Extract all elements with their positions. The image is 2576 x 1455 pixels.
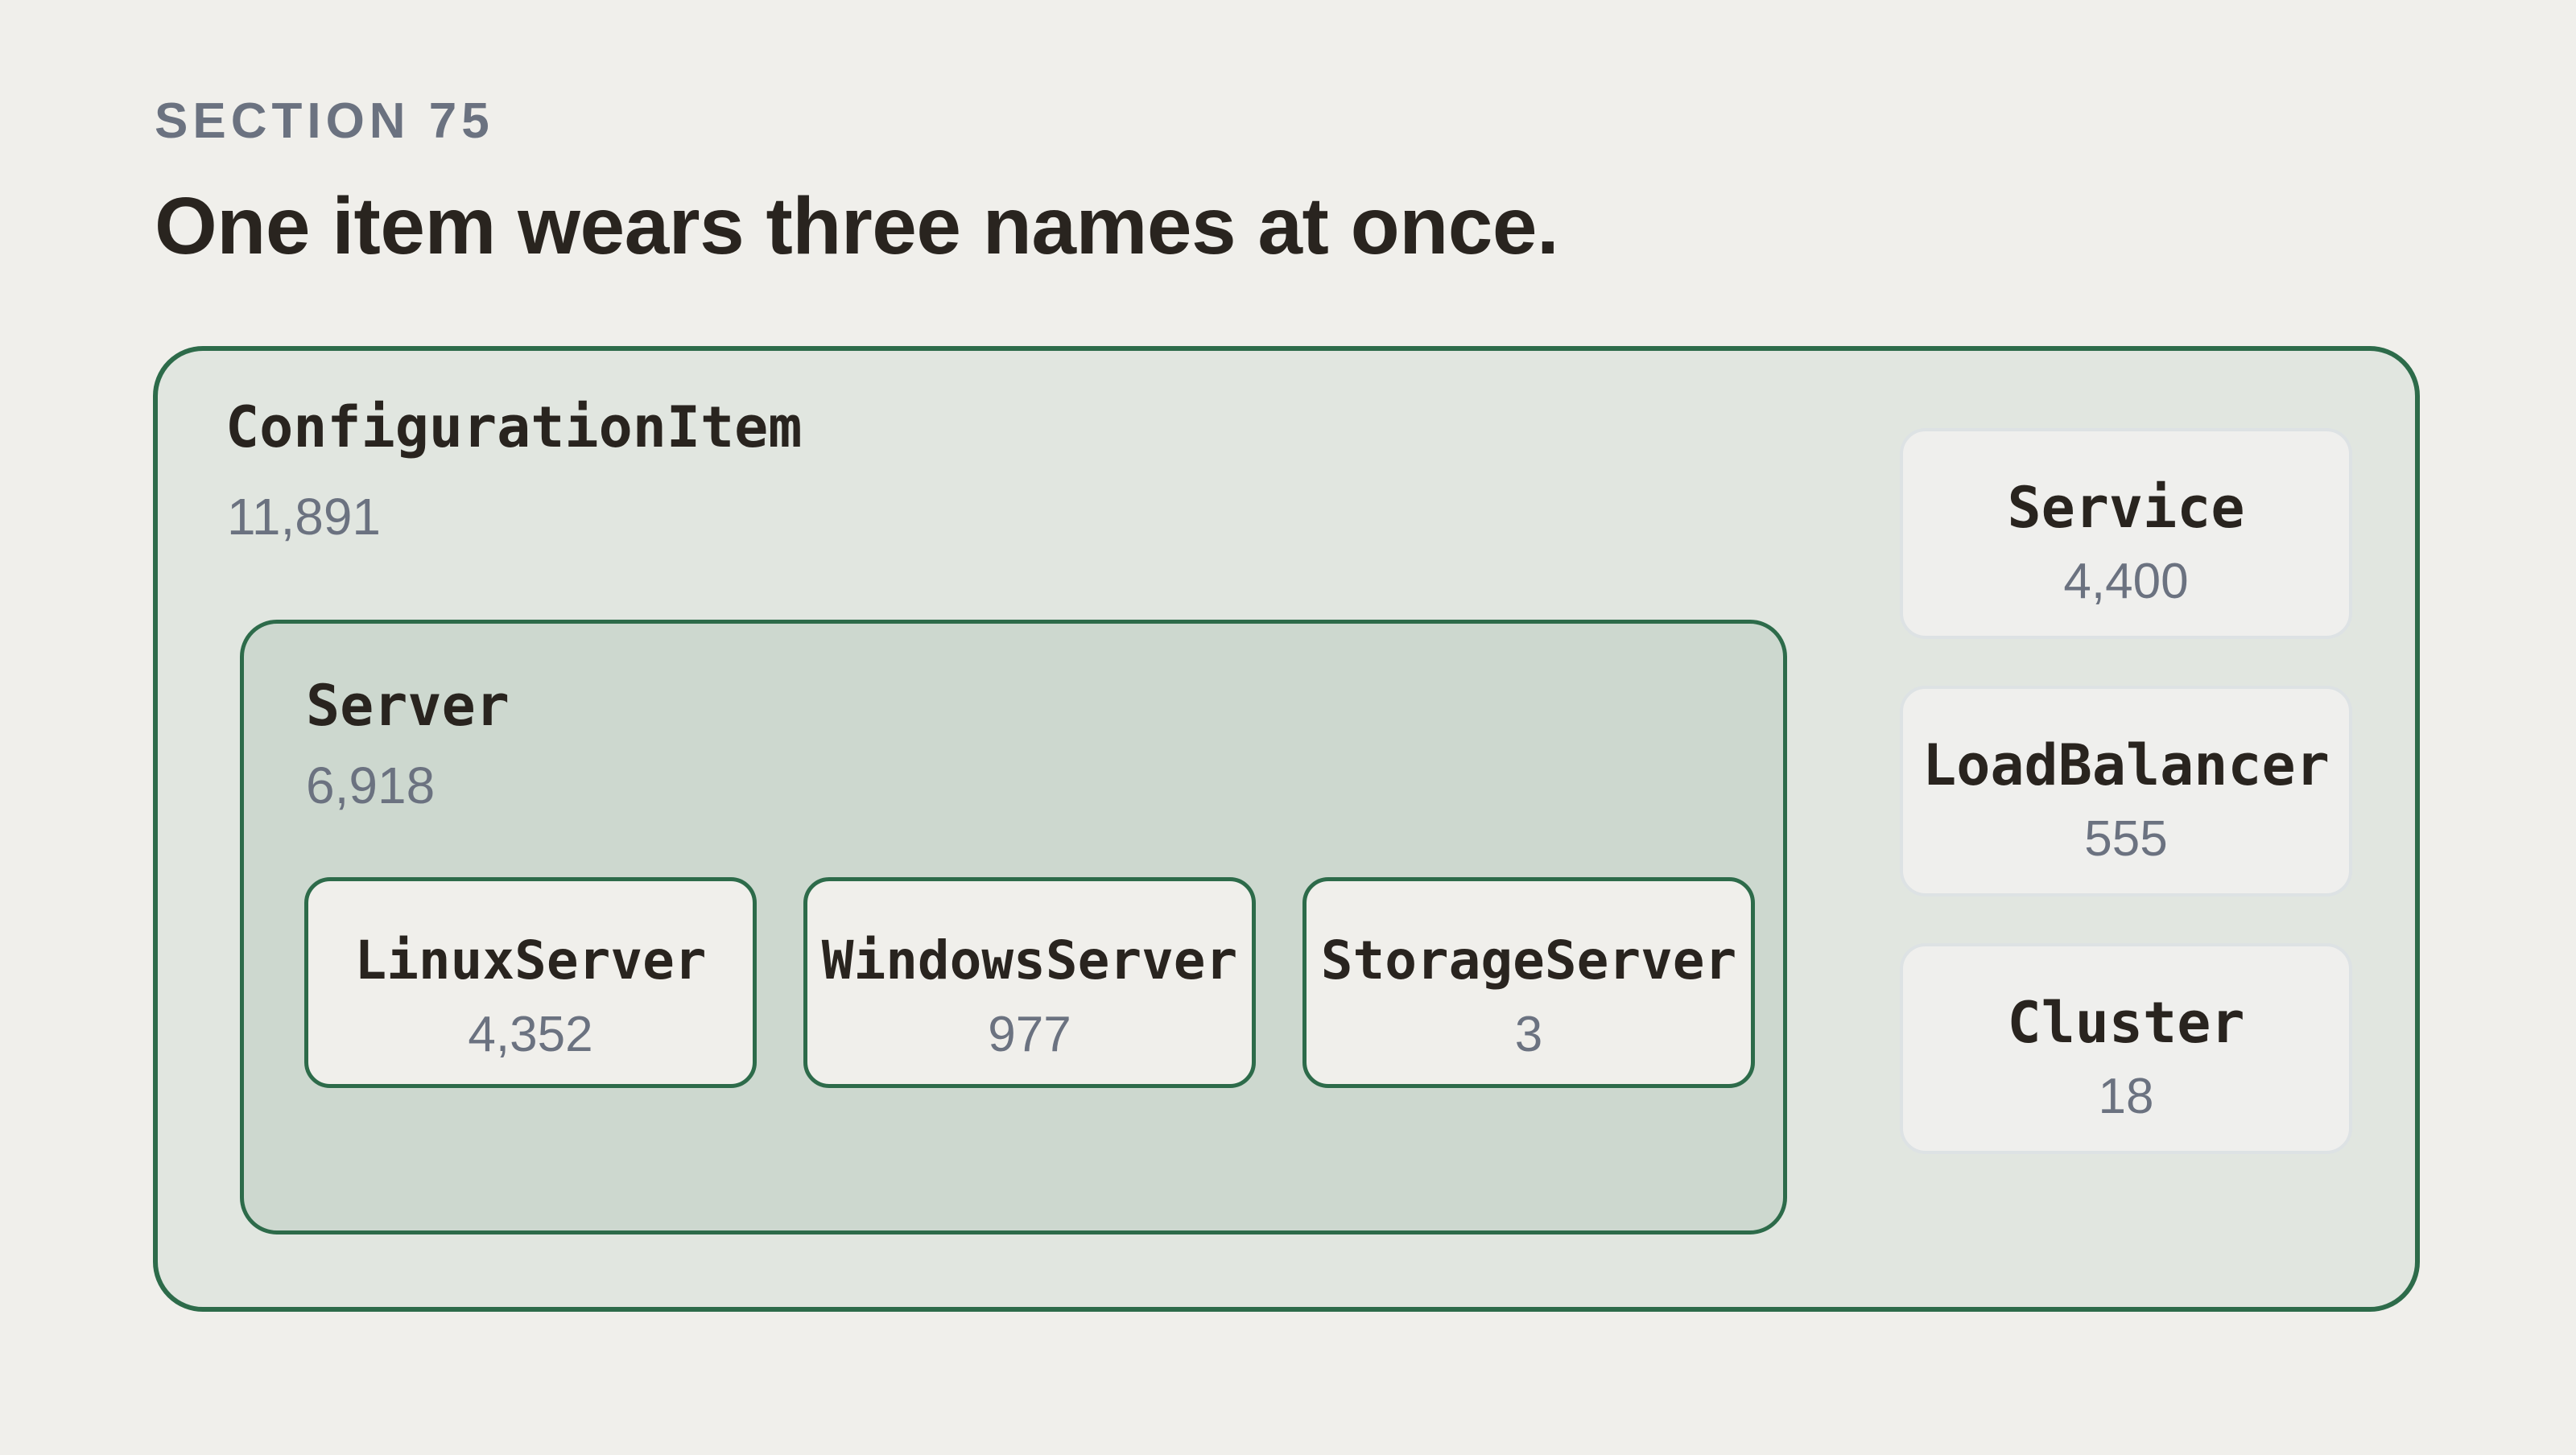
server-count: 6,918 — [306, 756, 436, 814]
load-balancer-count: 555 — [2084, 811, 2168, 867]
linux-server-count: 4,352 — [468, 1007, 593, 1062]
cluster-name: Cluster — [2007, 990, 2245, 1056]
storage-server-node: StorageServer 3 — [1302, 877, 1755, 1088]
windows-server-count: 977 — [988, 1007, 1071, 1062]
configuration-item-count: 11,891 — [227, 488, 381, 546]
windows-server-node: WindowsServer 977 — [803, 877, 1256, 1088]
page-title: One item wears three names at once. — [155, 181, 1559, 271]
server-name: Server — [306, 673, 510, 739]
service-name: Service — [2007, 475, 2245, 541]
storage-server-count: 3 — [1514, 1007, 1543, 1062]
cluster-node: Cluster 18 — [1900, 943, 2352, 1154]
linux-server-node: LinuxServer 4,352 — [304, 877, 757, 1088]
storage-server-name: StorageServer — [1320, 929, 1737, 991]
section-label: SECTION 75 — [155, 93, 494, 149]
load-balancer-node: LoadBalancer 555 — [1900, 686, 2352, 896]
cluster-count: 18 — [2098, 1069, 2154, 1124]
load-balancer-name: LoadBalancer — [1922, 732, 2330, 798]
configuration-item-name: ConfigurationItem — [225, 394, 803, 460]
linux-server-name: LinuxServer — [354, 929, 707, 991]
service-node: Service 4,400 — [1900, 428, 2352, 639]
windows-server-name: WindowsServer — [821, 929, 1238, 991]
service-count: 4,400 — [2063, 554, 2189, 609]
